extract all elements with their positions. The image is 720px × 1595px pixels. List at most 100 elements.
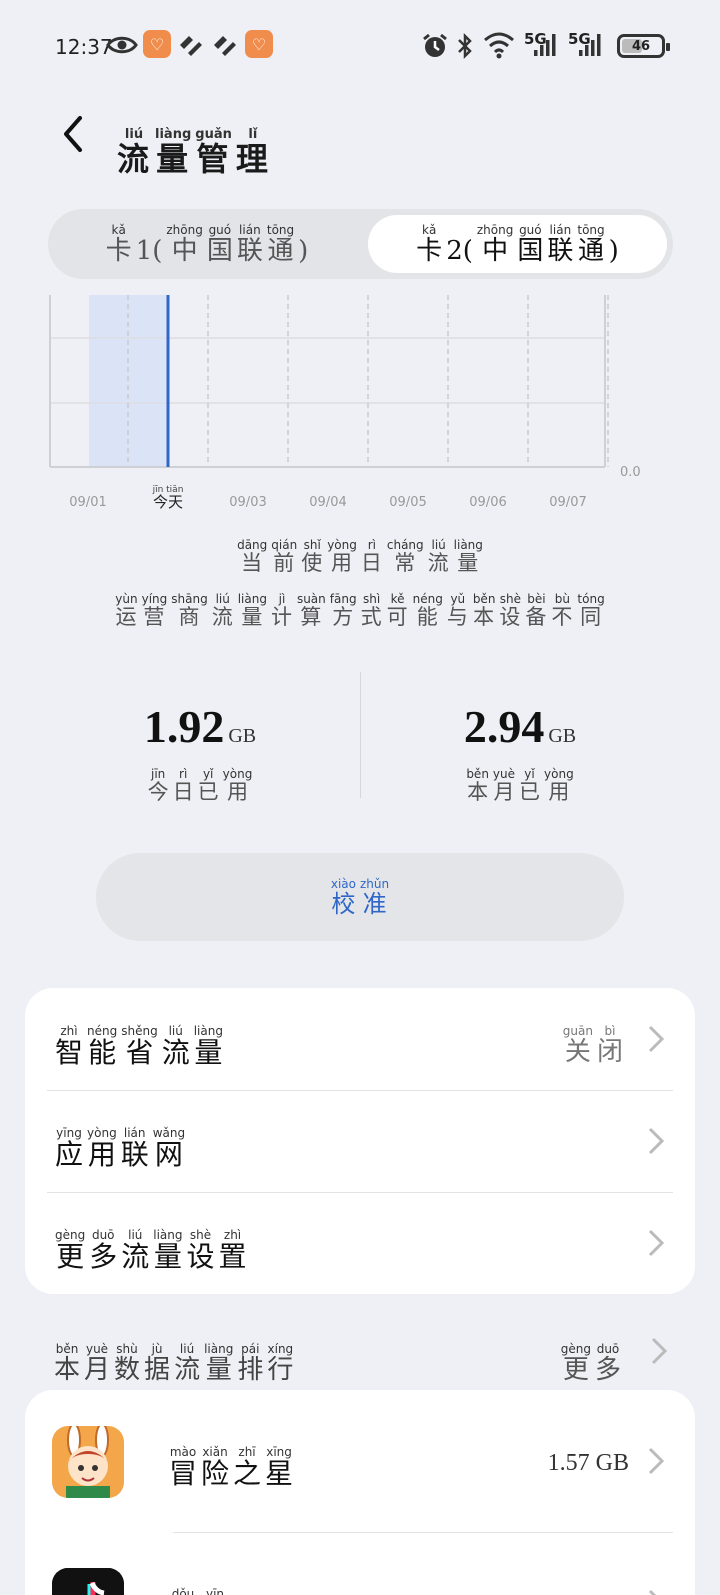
ruby-char: néng 能 (412, 592, 443, 629)
app-data-size: 1.57 GB (547, 1450, 629, 1476)
app-name: mào 冒 xiǎn 险 zhī 之 xīng 星 (167, 1430, 295, 1490)
ruby-char: zhì 置 (218, 1228, 247, 1274)
ruby-char: shè 设 (186, 1228, 215, 1274)
ruby-char: liàng 量 (193, 1024, 223, 1070)
x-tick-label: 09/03 (229, 495, 266, 510)
ruby-char: zhì 智 (55, 1024, 84, 1070)
app-network-row[interactable]: yīng 应 yòng 用 lián 联 wǎng 网 (25, 1090, 695, 1192)
ruby-char: shù 数 (114, 1342, 141, 1385)
chevron-right-icon[interactable] (650, 1336, 668, 1366)
x-tick-label: 09/05 (389, 495, 426, 510)
chevron-right-icon (648, 1127, 665, 1155)
douyin-app-icon (52, 1568, 124, 1595)
ruby-char: liú 流 (174, 1342, 201, 1385)
x-tick-label: 09/06 (469, 495, 506, 510)
ruby-char: jīn 今 (147, 767, 169, 804)
ruby-char: suàn 算 (296, 592, 326, 629)
ruby-char: kǎ 卡 (105, 222, 132, 266)
orange-app-icon: ♡ (143, 30, 171, 58)
ruby-char: yǐ 已 (197, 767, 219, 804)
ruby-char: gèng 更 (560, 1342, 591, 1385)
today-usage-label: jīn 今 rì 日 yǐ 已 yòng 用 (50, 759, 350, 804)
today-usage: 1.92 GB jīn 今 rì 日 yǐ 已 yòng 用 (50, 700, 350, 804)
list-item[interactable]: mào 冒 xiǎn 险 zhī 之 xīng 星 1.57 GB (25, 1390, 695, 1532)
ruby-char: jù 据 (144, 1342, 171, 1385)
usage-note: dāng 当 qián 前 shǐ 使 yòng 用 rì 日 cháng 常 liú 流 liàng 量 (0, 530, 720, 575)
calibrate-button[interactable]: xiào 校 zhǔn 准 (96, 853, 624, 941)
ruby-char: wǎng 网 (152, 1126, 186, 1172)
ruby-char: fāng 方 (329, 592, 357, 629)
page-title: liú 流 liàng 量 guǎn 管 lǐ 理 (115, 108, 272, 177)
ruby-char: xiào 校 (330, 876, 356, 918)
chevron-right-icon (648, 1025, 665, 1053)
chevron-right-icon (648, 1229, 665, 1257)
ruby-char: liú 流 (211, 592, 234, 629)
ruby-char: yuè 月 (492, 767, 516, 804)
x-tick-label: 09/04 (309, 495, 346, 510)
ruby-char: zhī 之 (233, 1445, 262, 1490)
ruby-char: tōng 通 (266, 222, 295, 266)
ruby-char: yīng 应 (55, 1126, 84, 1172)
ruby-char: jì 计 (270, 592, 293, 629)
x-tick-label: 09/01 (69, 495, 106, 510)
ruby-char: lǐ 理 (235, 127, 270, 178)
ruby-char: duō 多 (89, 1228, 118, 1274)
ruby-char: liú 流 (121, 1228, 150, 1274)
ruby-char: shěng 省 (121, 1024, 158, 1070)
adventure-star-app-icon (52, 1426, 124, 1498)
ruby-char: lián 联 (120, 1126, 149, 1172)
ruby-char: guó 国 (206, 222, 233, 266)
x-tick-label: 09/07 (549, 495, 586, 510)
ruby-char: guó 国 (517, 222, 544, 266)
list-item[interactable]: dǒu抖 yīn音 (25, 1532, 695, 1595)
more-data-settings-row[interactable]: gèng 更 duō 多 liú 流 liàng 量 shè 设 zhì 置 (25, 1192, 695, 1294)
app-ranking-list: mào冒xiǎn险zhī之xīng星 1.57 GB dǒu抖 yīn音 (25, 1390, 695, 1595)
ruby-char: xiǎn 险 (201, 1445, 230, 1490)
today-usage-value: 1.92 (143, 701, 225, 752)
battery-icon: 46 (617, 34, 670, 58)
ruby-char: yuè 月 (84, 1342, 111, 1385)
settings-card: zhì 智 néng 能 shěng 省 liú 流 liàng 量 guān 关 bì 闭 yīng 应… (25, 988, 695, 1294)
ruby-char: yíng 营 (141, 592, 168, 629)
ruby-char: duō 多 (594, 1342, 621, 1385)
status-bar: 12:37 ♡ ♡ 5G 5G 46 (0, 0, 720, 92)
ruby-char: shè 设 (499, 592, 522, 629)
ruby-char: cháng 常 (386, 538, 424, 575)
ruby-char: yǔ 与 (446, 592, 469, 629)
ruby-char: liàng 量 (155, 127, 192, 178)
ruby-char: liàng 量 (237, 592, 267, 629)
ruby-char: mào 冒 (169, 1445, 198, 1490)
alarm-icon (423, 33, 447, 57)
smart-data-saver-row[interactable]: zhì 智 néng 能 shěng 省 liú 流 liàng 量 guān 关 bì 闭 (25, 988, 695, 1090)
ruby-char: shāng 商 (171, 592, 208, 629)
orange-app-icon-2: ♡ (245, 30, 273, 58)
ruby-char: bì 闭 (596, 1023, 623, 1067)
ruby-char: ) (298, 235, 309, 266)
tab-sim-2[interactable]: kǎ 卡 2(zhōng 中 guó 国 lián 联 tōng 通) (368, 215, 667, 273)
month-usage-unit: GB (548, 725, 577, 747)
ruby-char: yòng 用 (222, 767, 253, 804)
ruby-char: lián 联 (236, 222, 263, 266)
ranking-more-link[interactable]: gèng 更 duō 多 (559, 1330, 623, 1385)
ruby-char: běn 本 (466, 767, 489, 804)
ruby-char: bèi 备 (525, 592, 548, 629)
ruby-char: xīng 星 (265, 1445, 294, 1490)
ruby-char: qián 前 (271, 538, 298, 575)
selected-day-highlight (89, 295, 169, 467)
bluetooth-icon (458, 32, 472, 60)
back-arrow-icon[interactable] (56, 112, 92, 156)
ruby-char: shì 式 (360, 592, 383, 629)
ruby-char: tóng 同 (577, 592, 605, 629)
ruby-char: pái 排 (237, 1342, 264, 1385)
ruby-char: zhōng 中 (166, 222, 203, 266)
ruby-char: běn 本 (472, 592, 496, 629)
ruby-char: yǐ 已 (519, 767, 541, 804)
more-data-settings-label: gèng 更 duō 多 liú 流 liàng 量 shè 设 zhì 置 (53, 1213, 249, 1273)
ruby-char: xíng 行 (267, 1342, 294, 1385)
stats-divider (360, 672, 361, 798)
ruby-char: liú 流 (161, 1024, 190, 1070)
today-usage-unit: GB (228, 725, 257, 747)
carrier-note: yùn 运 yíng 营 shāng 商 liú 流 liàng 量 jì 计 suàn 算 fāng 方 sh… (0, 584, 720, 629)
chevron-right-icon (648, 1589, 657, 1595)
tab-sim-1[interactable]: kǎ 卡 1(zhōng 中 guó 国 lián 联 tōng 通) (54, 215, 360, 273)
